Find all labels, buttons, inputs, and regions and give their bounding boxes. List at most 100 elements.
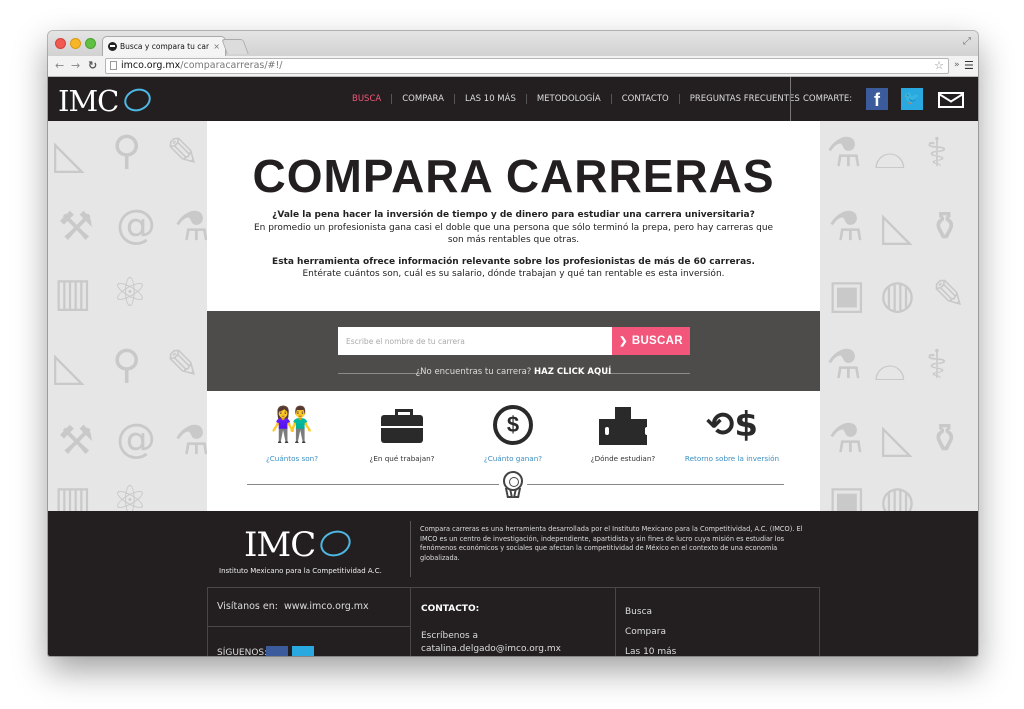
feature-label[interactable]: ¿Cuánto ganan? <box>458 454 568 463</box>
atom-icon: ⚛ <box>112 270 148 316</box>
nav-item-las-10-mas[interactable]: LAS 10 MÁS <box>453 94 526 104</box>
ruler-icon: ✎ <box>166 130 200 176</box>
dollar-icon: $ <box>493 405 533 445</box>
footer-col-line <box>819 588 820 656</box>
bar-chart-icon: ▥ <box>54 270 92 316</box>
feature-label[interactable]: Retorno sobre la inversión <box>677 454 787 463</box>
email-icon[interactable] <box>936 88 966 110</box>
extensions-chevron-icon[interactable]: » <box>954 60 960 70</box>
address-bar[interactable]: imco.org.mx/comparacarreras/#!/ ☆ <box>105 58 949 74</box>
footer-visit: Visítanos en: www.imco.org.mx <box>217 601 369 612</box>
feature-label[interactable]: ¿En qué trabajan? <box>347 454 457 463</box>
footer-info-box: Visítanos en: www.imco.org.mx SÍGUENOS: C… <box>207 587 820 656</box>
not-found-prompt: ¿No encuentras tu carrera? HAZ CLICK AQU… <box>207 367 820 377</box>
return-dollar-icon: ⟲$ <box>705 405 759 445</box>
nav-item-compara[interactable]: COMPARA <box>391 94 454 104</box>
dna-icon: ⚕ <box>926 130 948 176</box>
reload-icon[interactable]: ↻ <box>88 59 97 73</box>
basketball-icon: ◍ <box>880 272 915 318</box>
ruler-icon: ✎ <box>166 342 200 388</box>
feature-label[interactable]: ¿Dónde estudian? <box>568 454 678 463</box>
footer-col-line <box>615 588 616 656</box>
share-divider <box>790 77 791 121</box>
flask-icon: ⚗ <box>174 204 210 250</box>
browser-tab[interactable]: Busca y compara tu carrera × <box>102 36 226 56</box>
briefcase-icon <box>381 409 423 443</box>
twitter-icon[interactable]: 🐦 <box>901 88 923 110</box>
feature-label[interactable]: ¿Cuántos son? <box>237 454 347 463</box>
nav-item-busca[interactable]: BUSCA <box>342 94 391 104</box>
footer-divider <box>410 521 411 577</box>
click-here-link[interactable]: HAZ CLICK AQUÍ <box>534 367 611 377</box>
menu-icon[interactable]: ☰ <box>964 59 974 72</box>
footer-hline <box>207 626 410 627</box>
footer-facebook-icon[interactable] <box>266 646 288 656</box>
feature-cuantos-son[interactable]: 👫 ¿Cuántos son? <box>237 402 347 463</box>
fullscreen-icon[interactable]: ⤢ <box>963 36 971 47</box>
search-button[interactable]: ❯ BUSCAR <box>612 327 690 355</box>
imco-logo[interactable]: IMC <box>58 82 158 118</box>
page-viewport: ◺ ⚲ ✎ ⚒ @ ⚗ ▥ ⚛ ◺ ⚲ ✎ ⚒ @ ⚗ ▥ ⚛ ⚗ ⌓ ⚕ ⚗ … <box>48 77 978 656</box>
chevron-right-icon: ❯ <box>619 335 628 347</box>
footer-twitter-icon[interactable] <box>292 646 314 656</box>
flask-icon: ⚗ <box>826 130 862 176</box>
feature-en-que-trabajan[interactable]: ¿En qué trabajan? <box>347 402 457 463</box>
intro-text: ¿Vale la pena hacer la inversión de tiem… <box>247 209 780 290</box>
facebook-icon[interactable]: f <box>866 88 888 110</box>
visit-label: Visítanos en: <box>217 601 278 612</box>
back-arrow-icon[interactable]: ← <box>55 59 64 73</box>
main-nav: BUSCA COMPARA LAS 10 MÁS METODOLOGÍA CON… <box>342 77 810 121</box>
microscope-icon: ⚲ <box>112 342 142 388</box>
bookmark-star-icon[interactable]: ☆ <box>934 59 944 73</box>
site-footer: IMC Instituto Mexicano para la Competiti… <box>48 511 978 656</box>
flask-icon: ⚗ <box>174 418 210 464</box>
zoom-window-button[interactable] <box>85 38 96 49</box>
feature-donde-estudian[interactable]: ¿Dónde estudian? <box>568 402 678 463</box>
visit-url-link[interactable]: www.imco.org.mx <box>284 601 369 612</box>
browser-toolbar: ← → ↻ imco.org.mx/comparacarreras/#!/ ☆ … <box>48 56 978 77</box>
ruler-triangle-icon: ◺ <box>54 132 85 178</box>
contact-email-link[interactable]: catalina.delgado@imco.org.mx <box>421 644 561 654</box>
page-title: COMPARA CARRERAS <box>252 150 775 202</box>
test-tube-icon: ⚱ <box>928 204 962 250</box>
search-section: ❯ BUSCAR ¿No encuentras tu carrera? HAZ … <box>207 311 820 391</box>
contact-title: CONTACTO: <box>421 604 480 614</box>
divider-line <box>527 484 784 485</box>
contact-line: Escríbenos a <box>421 631 479 641</box>
logo-ring-icon <box>121 85 154 115</box>
abc-blocks-icon: ▣ <box>828 272 866 318</box>
people-icon: 👫 <box>270 405 314 445</box>
tab-close-icon[interactable]: × <box>213 42 220 51</box>
footer-logo[interactable]: IMC <box>244 525 355 565</box>
feature-cuanto-ganan[interactable]: $ ¿Cuánto ganan? <box>458 402 568 463</box>
forward-arrow-icon[interactable]: → <box>71 59 80 73</box>
footer-link-busca[interactable]: Busca <box>625 602 676 622</box>
nav-item-contacto[interactable]: CONTACTO <box>610 94 679 104</box>
at-sign-icon: @ <box>116 416 156 462</box>
footer-col-line <box>410 588 411 656</box>
browser-window: Busca y compara tu carrera × ⤢ ← → ↻ imc… <box>48 31 978 656</box>
logo-ring-icon <box>316 526 355 561</box>
footer-logo-text: IMC <box>244 525 316 565</box>
contact-text: Escríbenos a catalina.delgado@imco.org.m… <box>421 630 561 656</box>
close-window-button[interactable] <box>55 38 66 49</box>
footer-link-las-10-mas[interactable]: Las 10 más <box>625 642 676 656</box>
flask-icon: ⚗ <box>828 416 864 462</box>
new-tab-button[interactable] <box>221 39 249 54</box>
url-domain: imco.org.mx <box>121 60 181 71</box>
glasses-icon: ⌓ <box>874 132 906 178</box>
share-label: COMPARTE: <box>803 94 853 104</box>
footer-col-line <box>207 588 208 656</box>
minimize-window-button[interactable] <box>70 38 81 49</box>
footer-subtitle: Instituto Mexicano para la Competitivida… <box>219 567 382 575</box>
test-tube-icon: ⚱ <box>928 416 962 462</box>
tool-description: Entérate cuántos son, cuál es su salario… <box>302 269 725 279</box>
divider-line <box>247 484 499 485</box>
footer-links: Busca Compara Las 10 más <box>625 602 676 656</box>
flask-icon: ⚗ <box>828 204 864 250</box>
nav-item-metodologia[interactable]: METODOLOGÍA <box>525 94 611 104</box>
footer-link-compara[interactable]: Compara <box>625 622 676 642</box>
career-search-input[interactable] <box>338 327 612 355</box>
feature-retorno[interactable]: ⟲$ Retorno sobre la inversión <box>677 402 787 463</box>
flask-icon: ⚗ <box>826 342 862 388</box>
